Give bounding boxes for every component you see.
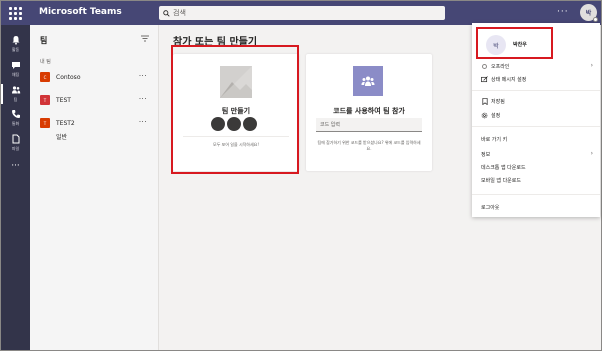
team-code-input[interactable]: 코드 입력 [316, 118, 422, 132]
appbar-teams[interactable]: 팀 [1, 81, 30, 107]
status-message-label: 상태 메시지 설정 [491, 76, 527, 83]
highlight-create-team [171, 45, 299, 174]
team-avatar: T [40, 118, 50, 128]
profile-menu: 박 박찬우 오프라인 › 상태 메시지 설정 저장됨 설정 바로 가기 키 정보… [472, 23, 600, 217]
app-title: Microsoft Teams [39, 7, 122, 17]
status-label: 오프라인 [491, 63, 510, 70]
bookmark-icon [481, 97, 488, 105]
bell-icon [11, 35, 21, 45]
team-name: TEST2 [56, 119, 75, 127]
join-team-title: 코드를 사용하여 팀 참가 [333, 107, 405, 115]
appbar-label: 채팅 [11, 72, 20, 77]
teams-icon [11, 85, 21, 95]
team-avatar: C [40, 72, 50, 82]
saved-menu-item[interactable]: 저장됨 [481, 96, 593, 106]
settings-label: 설정 [491, 112, 501, 119]
saved-label: 저장됨 [491, 98, 505, 105]
appbar-calls[interactable]: 통화 [1, 105, 30, 131]
desktop-download-label: 데스크톱 앱 다운로드 [481, 164, 526, 171]
more-options-button[interactable]: ··· [557, 7, 569, 17]
desktop-download-menu-item[interactable]: 데스크톱 앱 다운로드 [481, 162, 593, 172]
app-launcher-icon[interactable] [4, 2, 26, 24]
app-bar: 활동 채팅 팀 통화 파일 ··· [1, 25, 30, 350]
team-more-button[interactable]: ··· [139, 95, 147, 103]
team-name: Contoso [56, 73, 81, 81]
appbar-chat[interactable]: 채팅 [1, 56, 30, 82]
chat-icon [11, 60, 21, 70]
logout-menu-item[interactable]: 로그아웃 [481, 202, 593, 212]
appbar-label: 팀 [13, 97, 18, 102]
gear-icon [481, 112, 488, 119]
team-item-test[interactable]: T TEST ··· [40, 94, 155, 106]
settings-menu-item[interactable]: 설정 [481, 110, 593, 120]
team-item-contoso[interactable]: C Contoso ··· [40, 71, 155, 83]
shortcuts-menu-item[interactable]: 바로 가기 키 [481, 134, 593, 144]
chevron-right-icon: › [590, 150, 593, 157]
channel-item-general[interactable]: 일반 [56, 132, 67, 141]
join-team-icon [353, 66, 383, 96]
team-name: TEST [56, 96, 71, 104]
team-more-button[interactable]: ··· [139, 118, 147, 126]
join-team-description: 팀에 참가하기 위한 코드를 받으셨나요? 위에 코드를 입력하세요. [317, 140, 421, 151]
section-label: 내 팀 [40, 59, 51, 65]
status-message-menu-item[interactable]: 상태 메시지 설정 [481, 74, 593, 84]
divider [472, 126, 600, 127]
appbar-activity[interactable]: 활동 [1, 31, 30, 57]
team-item-test2[interactable]: T TEST2 ··· [40, 117, 155, 129]
presence-icon [593, 17, 598, 22]
divider [472, 90, 600, 91]
profile-avatar-button[interactable]: 박 [580, 4, 598, 22]
team-avatar: T [40, 95, 50, 105]
search-icon [163, 9, 170, 17]
filter-icon[interactable] [141, 35, 149, 44]
profile-avatar: 박 [486, 35, 506, 55]
teams-list-panel: 팀 내 팀 C Contoso ··· T TEST ··· T TEST2 ·… [30, 25, 159, 350]
join-team-card[interactable]: 코드를 사용하여 팀 참가 코드 입력 팀에 참가하기 위한 코드를 받으셨나요… [306, 54, 432, 171]
shortcuts-label: 바로 가기 키 [481, 136, 508, 143]
profile-name: 박찬우 [513, 42, 527, 48]
chevron-right-icon: › [590, 62, 593, 69]
mobile-download-label: 모바일 앱 다운로드 [481, 177, 521, 184]
appbar-label: 파일 [11, 146, 20, 151]
more-apps-icon[interactable]: ··· [1, 153, 30, 179]
status-icon [481, 63, 488, 70]
about-label: 정보 [481, 151, 491, 158]
search-placeholder: 검색 [173, 9, 186, 17]
panel-title: 팀 [40, 36, 48, 45]
edit-icon [481, 75, 488, 83]
search-input[interactable]: 검색 [159, 6, 445, 20]
team-more-button[interactable]: ··· [139, 72, 147, 80]
avatar-initial: 박 [585, 10, 592, 17]
title-bar: Microsoft Teams 검색 ··· 박 [1, 1, 601, 25]
appbar-label: 활동 [11, 47, 20, 52]
about-menu-item[interactable]: 정보 › [481, 149, 593, 159]
status-menu-item[interactable]: 오프라인 › [481, 61, 593, 71]
appbar-label: 통화 [11, 121, 20, 126]
logout-label: 로그아웃 [481, 204, 500, 211]
mobile-download-menu-item[interactable]: 모바일 앱 다운로드 [481, 175, 593, 185]
profile-header[interactable]: 박 박찬우 [476, 27, 553, 59]
phone-icon [11, 109, 21, 119]
more-apps-label: ··· [11, 161, 20, 171]
file-icon [11, 134, 21, 144]
divider [472, 194, 600, 195]
